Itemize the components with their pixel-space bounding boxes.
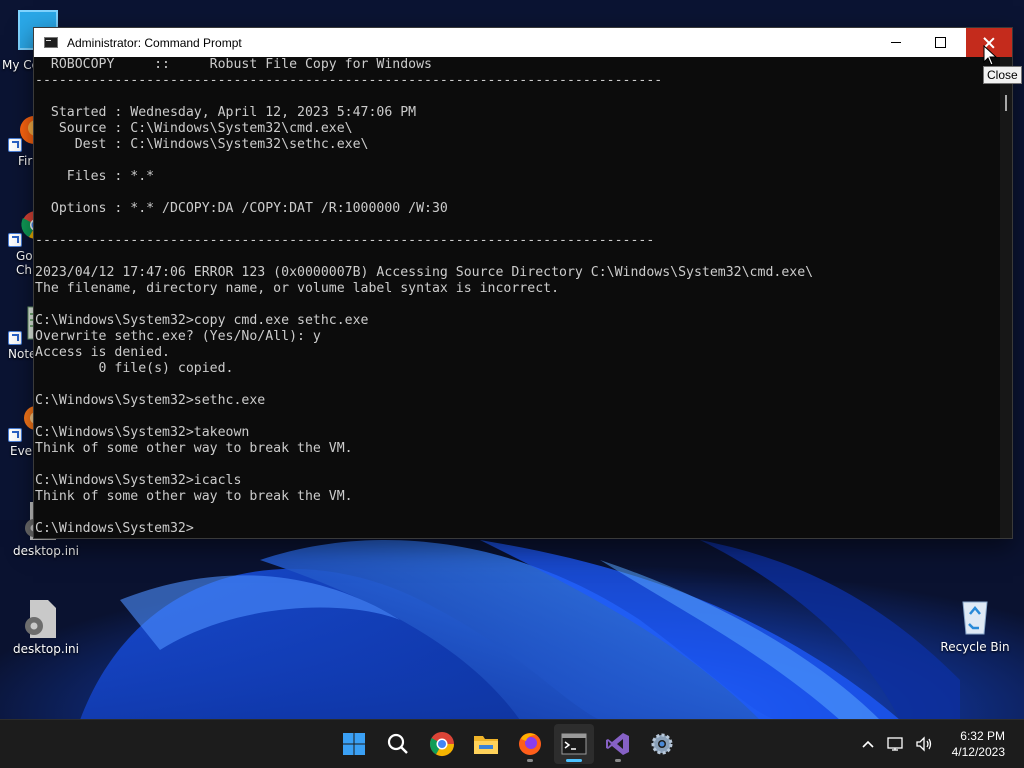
start-icon [343,733,365,755]
start-button[interactable] [334,724,374,764]
minimize-icon [890,42,901,43]
taskbar: 6:32 PM 4/12/2023 [0,719,1024,768]
console-line: C:\Windows\System32>takeown [35,425,250,440]
desktop-icon-label: Recycle Bin [940,640,1010,654]
maximize-button[interactable] [918,28,963,57]
shortcut-arrow-icon [8,138,22,152]
desktop-icon-desktop-ini-2[interactable]: desktop.ini [6,598,79,656]
desktop-icon-label: desktop.ini [13,642,79,656]
console-line: ROBOCOPY :: Robust File Copy for Windows [35,57,432,72]
console-line: C:\Windows\System32>icacls [35,473,242,488]
taskbar-settings[interactable] [642,724,682,764]
command-prompt-window[interactable]: Administrator: Command Prompt ROBOCOPY :… [33,27,1013,539]
taskbar-clock[interactable]: 6:32 PM 4/12/2023 [952,728,1005,760]
volume-icon [915,736,931,752]
console-line: Think of some other way to break the VM. [35,489,353,504]
desktop-icon-recycle-bin[interactable]: Recycle Bin [940,596,1010,654]
settings-icon [651,733,673,755]
console-line: Dest : C:\Windows\System32\sethc.exe\ [35,137,369,152]
network-icon [886,737,903,751]
console-line: ----------------------------------------… [35,73,663,88]
console-line: Overwrite sethc.exe? (Yes/No/All): y [35,329,321,344]
console-line: C:\Windows\System32> [35,521,194,536]
running-indicator [566,759,582,762]
running-indicator [527,759,533,762]
taskbar-firefox[interactable] [510,724,550,764]
system-tray: 6:32 PM 4/12/2023 [856,720,1024,768]
clock-time: 6:32 PM [960,729,1005,743]
search-icon [387,733,408,754]
minimize-button[interactable] [873,28,918,57]
console-line: 2023/04/12 17:47:06 ERROR 123 (0x0000007… [35,265,814,280]
firefox-icon [519,733,541,755]
maximize-icon [935,37,946,48]
command-prompt-icon [44,37,58,48]
taskbar-command-prompt[interactable] [554,724,594,764]
console-line: Options : *.* /DCOPY:DA /COPY:DAT /R:100… [35,201,448,216]
visual-studio-icon [606,733,629,755]
taskbar-file-explorer[interactable] [466,724,506,764]
console-line: 0 file(s) copied. [35,361,234,376]
search-button[interactable] [378,724,418,764]
shortcut-arrow-icon [8,428,22,442]
taskbar-visual-studio[interactable] [598,724,638,764]
shortcut-arrow-icon [8,233,22,247]
clock-date: 4/12/2023 [951,745,1005,759]
taskbar-apps [334,724,682,764]
chrome-icon [429,732,454,757]
close-tooltip: Close [983,66,1022,84]
network-button[interactable] [884,732,908,756]
window-titlebar[interactable]: Administrator: Command Prompt [34,28,1012,57]
desktop-icon-label: desktop.ini [13,544,79,558]
console-line: Access is denied. [35,345,170,360]
vertical-scrollbar[interactable] [1000,57,1012,538]
console-line: Think of some other way to break the VM. [35,441,353,456]
console-line: Started : Wednesday, April 12, 2023 5:47… [35,105,417,120]
chevron-up-icon [862,740,874,748]
console-line: Source : C:\Windows\System32\cmd.exe\ [35,121,353,136]
console-line: The filename, directory name, or volume … [35,281,560,296]
command-prompt-icon [561,733,587,755]
console-line: C:\Windows\System32>copy cmd.exe sethc.e… [35,313,369,328]
mouse-cursor-icon [983,45,997,66]
running-indicator [615,759,621,762]
scrollbar-thumb[interactable] [1005,95,1007,111]
console-line: Files : *.* [35,169,155,184]
volume-button[interactable] [912,732,936,756]
shortcut-arrow-icon [8,331,22,345]
console-line: ----------------------------------------… [35,233,655,248]
console-line: C:\Windows\System32>sethc.exe [35,393,266,408]
show-hidden-icons-button[interactable] [856,732,880,756]
file-explorer-icon [474,736,498,754]
console-output[interactable]: ROBOCOPY :: Robust File Copy for Windows… [34,57,1000,538]
recycle-bin-icon [955,596,995,636]
window-title: Administrator: Command Prompt [67,35,242,50]
taskbar-chrome[interactable] [422,724,462,764]
settings-file-icon [18,598,58,638]
